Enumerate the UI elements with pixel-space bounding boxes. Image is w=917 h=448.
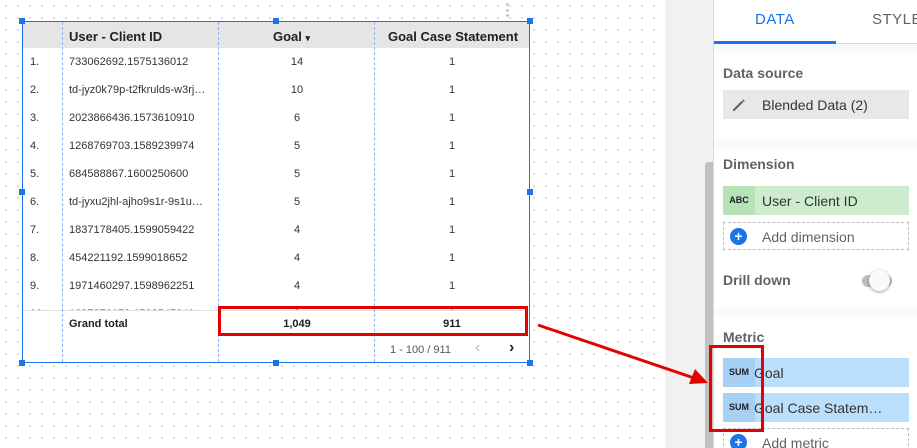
- dimension-chip-label: User - Client ID: [762, 193, 858, 209]
- column-header-client-id[interactable]: User - Client ID: [69, 29, 162, 44]
- table-header: User - Client ID Goal ▾ Goal Case Statem…: [23, 22, 529, 48]
- row-number: 9.: [30, 280, 40, 292]
- data-source-chip[interactable]: Blended Data (2): [723, 90, 909, 119]
- table-row[interactable]: 8. 454221192.1599018652 4 1: [23, 244, 529, 272]
- metric-title: Metric: [723, 329, 765, 345]
- pagination-bar: 1 - 100 / 911 ‹ ›: [23, 336, 529, 362]
- dimension-title: Dimension: [723, 156, 795, 172]
- table-row[interactable]: 4. 1268769703.1589239974 5 1: [23, 132, 529, 160]
- row-number: 8.: [30, 252, 40, 264]
- cell-client-id: 733062692.1575136012: [69, 56, 189, 68]
- row-number: 4.: [30, 140, 40, 152]
- column-divider: [62, 22, 63, 362]
- active-tab-indicator: [714, 41, 836, 44]
- drill-down-label: Drill down: [723, 272, 791, 288]
- cell-goal-case: 1: [448, 140, 456, 152]
- table-row[interactable]: 5. 684588867.1600250600 5 1: [23, 160, 529, 188]
- row-number: 5.: [30, 168, 40, 180]
- cell-goal: 4: [293, 280, 301, 292]
- cell-goal: 4: [293, 252, 301, 264]
- cell-goal-case: 1: [448, 56, 456, 68]
- cell-goal: 5: [293, 196, 301, 208]
- pagination-info: 1 - 100 / 911: [390, 344, 451, 356]
- drill-down-toggle-knob[interactable]: [869, 270, 890, 291]
- cell-goal: 10: [290, 84, 304, 96]
- table-row[interactable]: 6. td-jyxu2jhl-ajho9s1r-9s1u… 5 1: [23, 188, 529, 216]
- cell-client-id: 1971460297.1598962251: [69, 280, 195, 292]
- cell-client-id: 684588867.1600250600: [69, 168, 189, 180]
- cell-client-id: td-jyz0k79p-t2fkrulds-w3rj…: [69, 84, 206, 96]
- grand-total-label: Grand total: [69, 318, 128, 330]
- table-row[interactable]: 9. 1971460297.1598962251 4 1: [23, 272, 529, 300]
- cell-client-id: td-jyxu2jhl-ajho9s1r-9s1u…: [69, 196, 203, 208]
- row-number: 1.: [30, 56, 40, 68]
- cell-goal-case: 1: [448, 280, 456, 292]
- cell-goal: 14: [290, 56, 304, 68]
- add-metric-label: Add metric: [762, 435, 829, 448]
- row-number: 6.: [30, 196, 40, 208]
- add-dimension-button[interactable]: + Add dimension: [723, 222, 909, 250]
- cell-goal-case: 1: [448, 168, 456, 180]
- cell-goal: 5: [293, 140, 301, 152]
- tab-data[interactable]: DATA: [755, 11, 795, 28]
- row-number: 3.: [30, 112, 40, 124]
- cell-client-id: 1268769703.1589239974: [69, 140, 195, 152]
- dimension-chip-client-id[interactable]: ABC User - Client ID: [723, 186, 909, 215]
- row-number: 7.: [30, 224, 40, 236]
- row-number: 2.: [30, 84, 40, 96]
- resize-handle[interactable]: [273, 18, 279, 24]
- prev-page-button[interactable]: ‹: [475, 339, 480, 357]
- plus-icon: +: [730, 434, 747, 448]
- table-row[interactable]: 2. td-jyz0k79p-t2fkrulds-w3rj… 10 1: [23, 76, 529, 104]
- plus-icon: +: [730, 228, 747, 245]
- resize-handle[interactable]: [527, 360, 533, 366]
- next-page-button[interactable]: ›: [509, 339, 514, 357]
- sort-desc-icon: ▾: [305, 33, 311, 43]
- panel-tabs: DATA STYLE: [714, 0, 917, 44]
- table-row[interactable]: 7. 1837178405.1599059422 4 1: [23, 216, 529, 244]
- cell-client-id: 1837178405.1599059422: [69, 224, 195, 236]
- data-source-label: Blended Data (2): [762, 97, 868, 113]
- metric-chip-label: Goal Case Statem…: [754, 400, 883, 416]
- data-source-section: Data source Blended Data (2): [714, 52, 917, 140]
- resize-handle[interactable]: [19, 189, 25, 195]
- pencil-icon[interactable]: [723, 90, 755, 119]
- data-source-title: Data source: [723, 65, 804, 81]
- table-row[interactable]: 1. 733062692.1575136012 14 1: [23, 48, 529, 76]
- table-body: 1. 733062692.1575136012 14 1 2. td-jyz0k79p-t…: [23, 48, 529, 310]
- cell-goal: 6: [293, 112, 301, 124]
- table-row[interactable]: 3. 2023866436.1573610910 6 1: [23, 104, 529, 132]
- resize-handle[interactable]: [19, 360, 25, 366]
- column-header-goal[interactable]: Goal ▾: [273, 29, 310, 44]
- cell-goal-case: 1: [448, 252, 456, 264]
- cell-goal: 4: [293, 224, 301, 236]
- cell-goal-case: 1: [448, 224, 456, 236]
- cell-client-id: 454221192.1599018652: [69, 252, 188, 264]
- cell-goal-case: 1: [448, 196, 456, 208]
- column-header-goal-case-statement[interactable]: Goal Case Statement: [388, 29, 518, 44]
- cell-goal-case: 1: [448, 84, 456, 96]
- annotation-highlight-sum: [709, 345, 764, 432]
- text-type-icon: ABC: [723, 186, 755, 215]
- resize-handle[interactable]: [273, 360, 279, 366]
- resize-handle[interactable]: [527, 189, 533, 195]
- cell-goal-case: 1: [448, 112, 456, 124]
- resize-handle[interactable]: [527, 18, 533, 24]
- cell-client-id: 2023866436.1573610910: [69, 112, 195, 124]
- chart-menu-icon[interactable]: [506, 3, 510, 17]
- annotation-highlight-totals: [218, 306, 528, 336]
- tab-style[interactable]: STYLE: [872, 11, 917, 28]
- add-dimension-label: Add dimension: [762, 229, 855, 245]
- cell-goal: 5: [293, 168, 301, 180]
- column-header-goal-label: Goal: [273, 29, 302, 44]
- resize-handle[interactable]: [19, 18, 25, 24]
